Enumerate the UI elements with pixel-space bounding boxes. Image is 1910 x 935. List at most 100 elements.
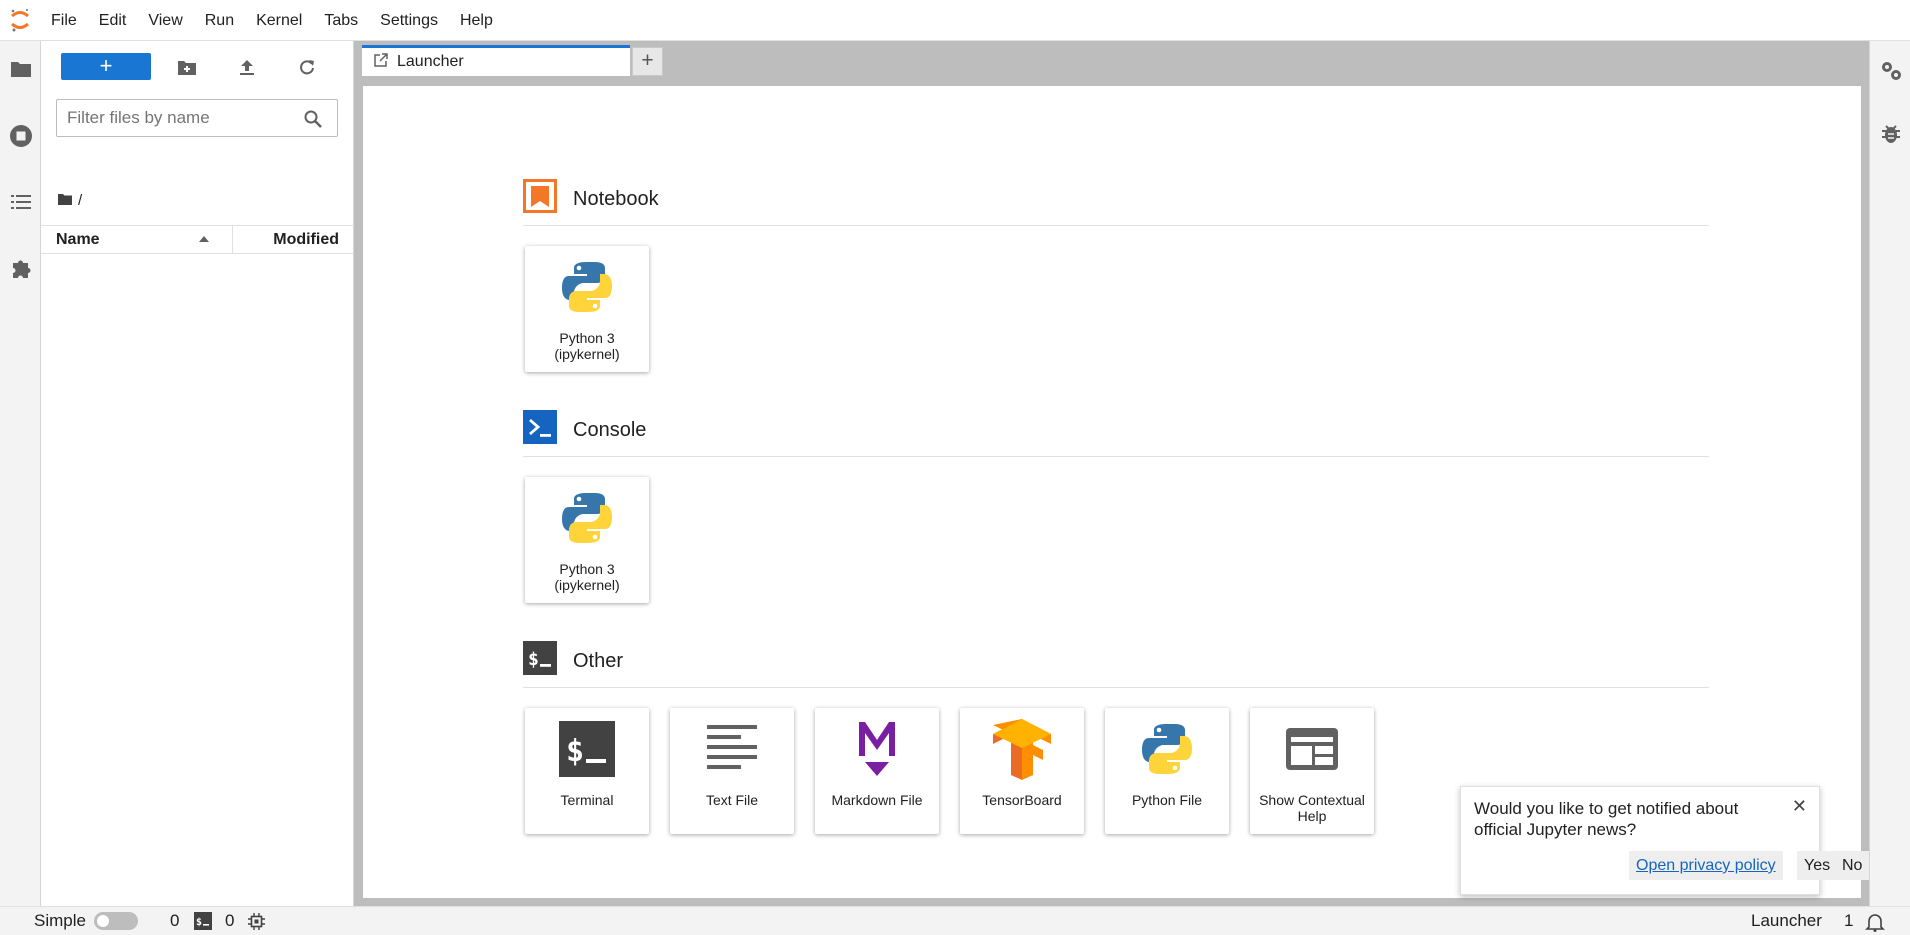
bell-icon[interactable] — [1865, 912, 1885, 932]
tab-bar: Launcher + — [354, 41, 1869, 76]
menu-help[interactable]: Help — [449, 0, 504, 41]
menu-tabs[interactable]: Tabs — [313, 0, 369, 41]
launcher-card-text-file[interactable]: Text File — [670, 708, 794, 834]
tab-label: Launcher — [397, 53, 464, 70]
new-folder-icon[interactable] — [175, 55, 199, 79]
launcher-card-markdown-file[interactable]: Markdown File — [815, 708, 939, 834]
svg-text:$: $ — [566, 734, 584, 769]
section-notebook: Notebook — [523, 179, 659, 219]
python-icon — [556, 256, 618, 318]
python-icon — [1136, 718, 1198, 780]
privacy-policy-button[interactable]: Open privacy policy — [1629, 851, 1783, 880]
add-tab-button[interactable]: + — [632, 47, 663, 76]
menu-bar: File Edit View Run Kernel Tabs Settings … — [0, 0, 1910, 41]
section-other: $ Other — [523, 641, 623, 681]
refresh-icon[interactable] — [295, 55, 319, 79]
terminal-status-icon: $ — [194, 912, 212, 930]
python-icon — [556, 487, 618, 549]
menu-view[interactable]: View — [137, 0, 193, 41]
memory-chip-icon[interactable] — [248, 913, 265, 930]
privacy-policy-link[interactable]: Open privacy policy — [1636, 857, 1776, 874]
tab-launcher[interactable]: Launcher — [362, 45, 630, 76]
card-label: TensorBoard — [982, 792, 1062, 808]
news-notification-toast: Would you like to get notified about off… — [1460, 786, 1870, 895]
section-divider — [523, 456, 1709, 457]
section-divider — [523, 225, 1709, 226]
file-filter-search — [56, 99, 338, 137]
jupyter-logo-icon — [0, 0, 40, 41]
column-modified-header[interactable]: Modified — [273, 231, 339, 249]
menu-edit[interactable]: Edit — [88, 0, 138, 41]
section-title-console: Console — [573, 418, 647, 441]
card-label: Python File — [1131, 792, 1203, 808]
card-label: Python 3 (ipykernel) — [554, 561, 620, 593]
svg-text:$: $ — [528, 649, 539, 670]
notification-message: Would you like to get notified about off… — [1474, 799, 1739, 839]
column-divider[interactable] — [232, 226, 233, 253]
new-launcher-button[interactable]: + — [61, 53, 151, 80]
menu-run[interactable]: Run — [194, 0, 245, 41]
sort-ascending-icon — [199, 236, 209, 242]
card-label: Terminal — [560, 792, 614, 808]
launcher-card-python-file[interactable]: Python File — [1105, 708, 1229, 834]
status-bar: Simple 0 $ 0 Launcher 1 — [0, 906, 1910, 935]
close-icon[interactable]: ✕ — [1792, 796, 1807, 817]
launcher-icon — [374, 52, 388, 72]
simple-mode-switch[interactable] — [93, 912, 138, 930]
console-icon — [523, 410, 557, 450]
menu-file[interactable]: File — [40, 0, 88, 41]
markdown-icon — [846, 718, 908, 780]
debugger-icon[interactable] — [1876, 119, 1906, 149]
menu-kernel[interactable]: Kernel — [245, 0, 313, 41]
folder-icon[interactable] — [6, 54, 36, 84]
breadcrumb: / — [58, 190, 82, 210]
section-title-other: Other — [573, 649, 624, 672]
tensorboard-icon — [991, 718, 1053, 780]
breadcrumb-root[interactable]: / — [78, 192, 82, 209]
menu-settings[interactable]: Settings — [369, 0, 449, 41]
section-console: Console — [523, 410, 646, 450]
terminal-count[interactable]: 0 — [225, 911, 234, 931]
table-of-contents-icon[interactable] — [6, 187, 36, 217]
launcher-panel: Notebook Python 3 (ipykernel) Console Py… — [363, 86, 1861, 898]
other-icon: $ — [523, 641, 557, 681]
right-sidebar-rail — [1869, 41, 1910, 906]
notebook-icon — [523, 179, 557, 219]
file-list-header: Name Modified — [41, 225, 354, 254]
main-dock-area: Launcher + Notebook Python 3 (ipykernel) — [354, 41, 1869, 906]
card-label: Show Contextual Help — [1259, 792, 1365, 824]
launcher-card-python3-notebook[interactable]: Python 3 (ipykernel) — [525, 246, 649, 372]
file-browser-panel: + / Name Modified — [41, 41, 354, 906]
launcher-card-tensorboard[interactable]: TensorBoard — [960, 708, 1084, 834]
column-name-header[interactable]: Name — [56, 231, 100, 249]
terminal-icon: $ — [556, 718, 618, 780]
section-title-notebook: Notebook — [573, 187, 659, 210]
extension-icon[interactable] — [6, 253, 36, 283]
simple-mode-label: Simple — [34, 911, 86, 930]
section-divider — [523, 687, 1709, 688]
current-activity-label: Launcher — [1751, 911, 1822, 930]
upload-icon[interactable] — [235, 55, 259, 79]
yes-button[interactable]: Yes — [1797, 851, 1838, 880]
launcher-card-python3-console[interactable]: Python 3 (ipykernel) — [525, 477, 649, 603]
card-label: Text File — [705, 792, 759, 808]
file-browser-toolbar: + — [41, 41, 354, 91]
no-button[interactable]: No — [1835, 851, 1870, 880]
current-activity: Launcher — [1751, 911, 1822, 931]
text-file-icon — [701, 718, 763, 780]
launcher-card-contextual-help[interactable]: Show Contextual Help — [1250, 708, 1374, 834]
running-icon[interactable] — [6, 121, 36, 151]
search-icon[interactable] — [303, 109, 323, 129]
simple-mode-toggle[interactable]: Simple — [34, 911, 138, 931]
home-folder-icon[interactable] — [58, 192, 72, 209]
kernel-count[interactable]: 0 — [170, 911, 179, 931]
contextual-help-icon — [1281, 718, 1343, 780]
search-input[interactable] — [65, 106, 295, 130]
terminal-count-value: 0 — [225, 911, 235, 930]
left-sidebar-rail — [0, 41, 41, 906]
notification-count[interactable]: 1 — [1844, 911, 1853, 931]
card-label: Markdown File — [831, 792, 923, 808]
property-inspector-icon[interactable] — [1876, 56, 1906, 86]
card-label: Python 3 (ipykernel) — [554, 330, 620, 362]
launcher-card-terminal[interactable]: $ Terminal — [525, 708, 649, 834]
